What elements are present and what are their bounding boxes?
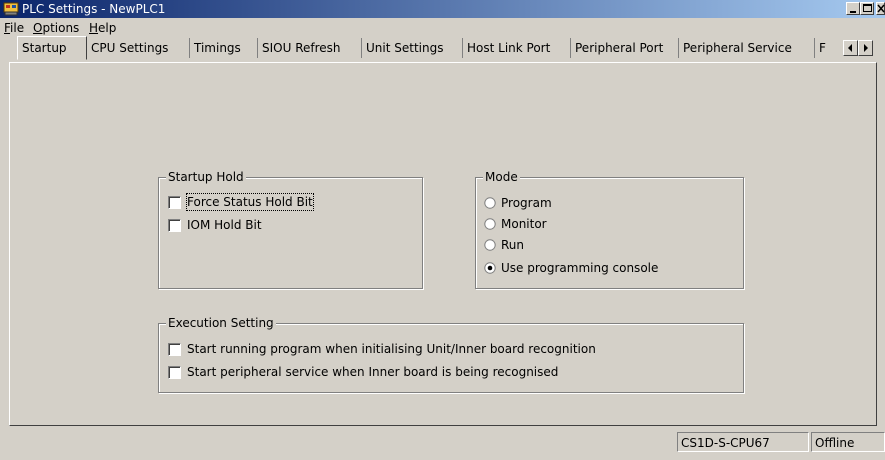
title-bar[interactable]: PLC Settings - NewPLC1 bbox=[0, 0, 885, 18]
mode-group: Mode Program Monitor Run Use programming… bbox=[475, 170, 744, 289]
tab-timings[interactable]: Timings bbox=[190, 38, 258, 58]
plc-app-icon bbox=[3, 2, 19, 16]
checkbox-label: Force Status Hold Bit bbox=[186, 193, 314, 211]
tab-scroll-right-button[interactable] bbox=[858, 40, 873, 56]
status-bar: CS1D-S-CPU67 Offline bbox=[0, 432, 885, 460]
radio-label: Use programming console bbox=[501, 261, 659, 275]
radio-label: Monitor bbox=[501, 217, 547, 231]
tab-scroll-left-button[interactable] bbox=[843, 40, 858, 56]
close-button[interactable] bbox=[876, 2, 885, 15]
tab-peripheral-port[interactable]: Peripheral Port bbox=[571, 38, 679, 58]
iom-hold-bit-checkbox[interactable]: IOM Hold Bit bbox=[168, 217, 408, 233]
menu-bar: File Options Help bbox=[0, 18, 885, 38]
tab-host-link-port[interactable]: Host Link Port bbox=[463, 38, 571, 58]
checkbox-label: Start peripheral service when Inner boar… bbox=[187, 365, 559, 379]
radio-button-icon[interactable] bbox=[484, 218, 496, 230]
menu-options[interactable]: Options bbox=[31, 20, 81, 36]
force-status-hold-bit-checkbox[interactable]: Force Status Hold Bit bbox=[168, 193, 408, 211]
status-connection: Offline bbox=[811, 432, 885, 452]
arrow-right-icon bbox=[864, 44, 868, 52]
checkbox-box[interactable] bbox=[168, 343, 181, 356]
checkbox-label: Start running program when initialising … bbox=[187, 342, 596, 356]
start-running-program-checkbox[interactable]: Start running program when initialising … bbox=[168, 341, 728, 357]
checkbox-box[interactable] bbox=[168, 196, 181, 209]
radio-button-icon[interactable] bbox=[484, 197, 496, 209]
radio-label: Run bbox=[501, 238, 525, 252]
minimize-button[interactable] bbox=[846, 2, 860, 15]
tab-cpu-settings[interactable]: CPU Settings bbox=[87, 38, 190, 58]
checkbox-box[interactable] bbox=[168, 219, 181, 232]
execution-setting-group: Execution Setting Start running program … bbox=[158, 316, 744, 393]
mode-use-programming-console-radio[interactable]: Use programming console bbox=[484, 260, 734, 276]
startup-hold-group: Startup Hold Force Status Hold Bit IOM H… bbox=[158, 170, 423, 289]
radio-label: Program bbox=[501, 196, 552, 210]
radio-button-selected-icon[interactable] bbox=[484, 262, 496, 274]
checkbox-box[interactable] bbox=[168, 366, 181, 379]
tab-peripheral-service[interactable]: Peripheral Service bbox=[679, 38, 815, 58]
window-title: PLC Settings - NewPLC1 bbox=[22, 2, 166, 16]
tab-startup[interactable]: Startup bbox=[17, 36, 87, 60]
status-model: CS1D-S-CPU67 bbox=[677, 432, 809, 452]
menu-help[interactable]: Help bbox=[87, 20, 118, 36]
maximize-button[interactable] bbox=[860, 2, 874, 15]
mode-monitor-radio[interactable]: Monitor bbox=[484, 216, 724, 232]
tab-siou-refresh[interactable]: SIOU Refresh bbox=[258, 38, 362, 58]
mode-program-radio[interactable]: Program bbox=[484, 195, 724, 211]
menu-file[interactable]: File bbox=[2, 20, 26, 36]
mode-run-radio[interactable]: Run bbox=[484, 237, 724, 253]
tab-strip: Startup CPU Settings Timings SIOU Refres… bbox=[0, 36, 885, 64]
startup-tab-panel: Startup Hold Force Status Hold Bit IOM H… bbox=[9, 62, 877, 426]
plc-settings-window: { "window": {"title": "PLC Settings - Ne… bbox=[0, 0, 885, 460]
checkbox-label: IOM Hold Bit bbox=[187, 218, 262, 232]
radio-button-icon[interactable] bbox=[484, 239, 496, 251]
startup-hold-title: Startup Hold bbox=[166, 170, 246, 184]
tab-unit-settings[interactable]: Unit Settings bbox=[362, 38, 463, 58]
tab-scroll-buttons bbox=[843, 40, 873, 56]
arrow-left-icon bbox=[848, 44, 852, 52]
tab-truncated[interactable]: F bbox=[815, 38, 843, 58]
mode-title: Mode bbox=[483, 170, 520, 184]
start-peripheral-service-checkbox[interactable]: Start peripheral service when Inner boar… bbox=[168, 364, 728, 380]
execution-setting-title: Execution Setting bbox=[166, 316, 276, 330]
